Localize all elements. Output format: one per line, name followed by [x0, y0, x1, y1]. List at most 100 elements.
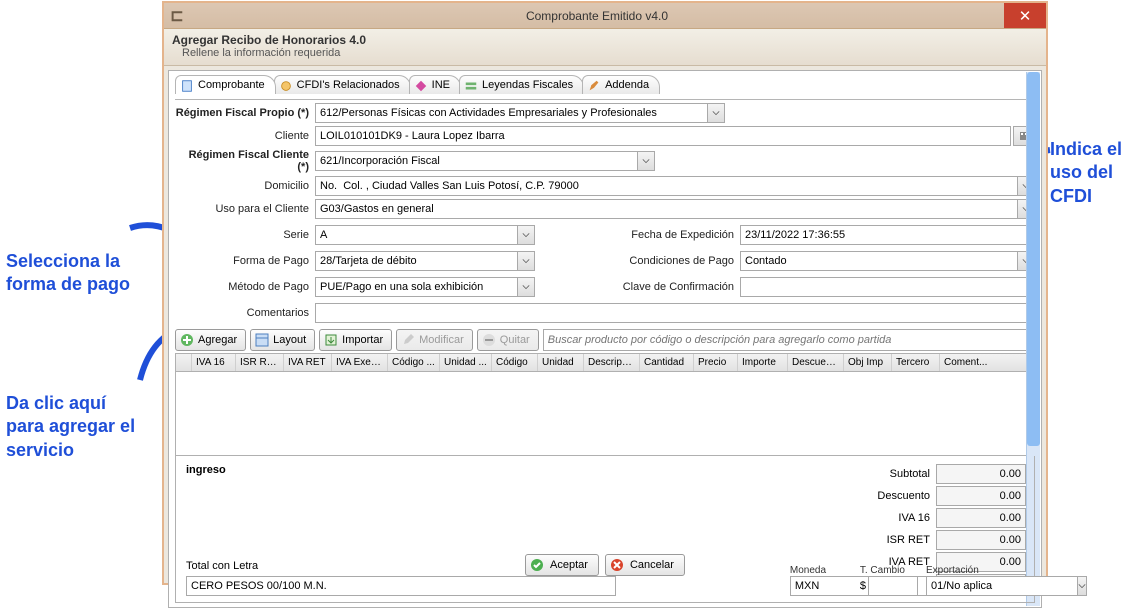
serie-select[interactable] [315, 225, 517, 245]
tab-comprobante[interactable]: Comprobante [175, 75, 276, 94]
edit-icon [401, 333, 415, 347]
agregar-button[interactable]: Agregar [175, 329, 246, 351]
cond-pago-select[interactable] [740, 251, 1017, 271]
chevron-down-icon[interactable] [517, 251, 535, 271]
chevron-down-icon[interactable] [637, 151, 655, 171]
cliente-input[interactable] [315, 126, 1011, 146]
button-label: Modificar [419, 334, 464, 346]
diamond-icon [414, 79, 428, 93]
chevron-down-icon[interactable] [517, 225, 535, 245]
button-label: Importar [342, 334, 383, 346]
chevron-down-icon[interactable] [517, 277, 535, 297]
search-field[interactable] [543, 329, 1035, 351]
metodo-pago-select[interactable] [315, 277, 517, 297]
close-button[interactable]: ✕ [1004, 3, 1046, 28]
search-input[interactable] [543, 329, 1035, 351]
window-title: Comprobante Emitido v4.0 [190, 9, 1004, 23]
subtotal-value [936, 464, 1026, 484]
import-icon [324, 333, 338, 347]
regimen-propio-select[interactable] [315, 103, 707, 123]
label-subtotal: Subtotal [850, 468, 930, 480]
col-isrret[interactable]: ISR RET [236, 354, 284, 371]
label-serie: Serie [175, 229, 315, 241]
label-isrret: ISR RET [850, 534, 930, 546]
subheader: Agregar Recibo de Honorarios 4.0 Rellene… [164, 29, 1046, 66]
chevron-down-icon[interactable] [1077, 576, 1087, 596]
quitar-button: Quitar [477, 329, 539, 351]
link-icon [279, 79, 293, 93]
col-descuen[interactable]: Descuen... [788, 354, 844, 371]
totals-panel: ingreso Subtotal Descuento IVA 16 ISR RE… [175, 456, 1035, 603]
button-label: Aceptar [550, 559, 588, 571]
col-precio[interactable]: Precio [694, 354, 738, 371]
descuento-value [936, 486, 1026, 506]
col-unidad2[interactable]: Unidad [538, 354, 584, 371]
tcambio-input[interactable] [868, 576, 918, 596]
tab-label: INE [432, 79, 450, 91]
pencil-icon [587, 79, 601, 93]
label-forma-pago: Forma de Pago [175, 255, 315, 267]
col-objimp[interactable]: Obj Imp [844, 354, 892, 371]
domicilio-select[interactable] [315, 176, 1017, 196]
cancelar-button[interactable]: Cancelar [605, 554, 685, 576]
titlebar[interactable]: ⊏ Comprobante Emitido v4.0 ✕ [164, 3, 1046, 29]
fecha-input[interactable] [740, 225, 1035, 245]
button-label: Quitar [500, 334, 530, 346]
tab-leyendas[interactable]: Leyendas Fiscales [459, 75, 584, 94]
col-codigo1[interactable]: Código ... [388, 354, 440, 371]
tabs: Comprobante CFDI's Relacionados INE Leye… [175, 75, 1035, 94]
col-descrip[interactable]: Descripc... [584, 354, 640, 371]
col-ivaexen[interactable]: IVA Exen... [332, 354, 388, 371]
label-fecha: Fecha de Expedición [610, 229, 740, 241]
app-icon: ⊏ [168, 6, 186, 26]
tab-label: Comprobante [198, 79, 265, 91]
modificar-button: Modificar [396, 329, 473, 351]
grid-corner [176, 354, 192, 371]
label-descuento: Descuento [850, 490, 930, 502]
layout-icon [255, 333, 269, 347]
tab-ine[interactable]: INE [409, 75, 461, 94]
grid-header: IVA 16 ISR RET IVA RET IVA Exen... Códig… [175, 353, 1035, 372]
button-label: Cancelar [630, 559, 674, 571]
label-metodo-pago: Método de Pago [175, 281, 315, 293]
annotation-agregar: Da clic aquí para agregar el servicio [6, 392, 146, 462]
grid-toolbar: Agregar Layout Importar Modificar Quitar [175, 329, 1035, 351]
forma-pago-select[interactable] [315, 251, 517, 271]
close-icon: ✕ [1019, 7, 1032, 25]
document-icon [180, 79, 194, 93]
col-tercero[interactable]: Tercero [892, 354, 940, 371]
col-cantidad[interactable]: Cantidad [640, 354, 694, 371]
col-importe[interactable]: Importe [738, 354, 788, 371]
dialog-footer: Aceptar Cancelar [168, 551, 1042, 579]
tab-cfdi-relacionados[interactable]: CFDI's Relacionados [274, 75, 411, 94]
page-subtitle: Rellene la información requerida [182, 47, 1038, 59]
importar-button[interactable]: Importar [319, 329, 392, 351]
col-codigo2[interactable]: Código [492, 354, 538, 371]
col-coment[interactable]: Coment... [940, 354, 1034, 371]
tab-addenda[interactable]: Addenda [582, 75, 660, 94]
grid-body[interactable] [175, 372, 1035, 456]
iva16-value [936, 508, 1026, 528]
comentarios-input[interactable] [315, 303, 1035, 323]
total-letra-input [186, 576, 616, 596]
uso-cliente-select[interactable] [315, 199, 1017, 219]
col-ivaret[interactable]: IVA RET [284, 354, 332, 371]
label-cond-pago: Condiciones de Pago [610, 255, 740, 267]
regimen-cliente-select[interactable] [315, 151, 637, 171]
tab-label: Leyendas Fiscales [482, 79, 573, 91]
chevron-down-icon[interactable] [707, 103, 725, 123]
label-regimen-propio: Régimen Fiscal Propio (*) [175, 107, 315, 119]
label-regimen-cliente: Régimen Fiscal Cliente (*) [175, 149, 315, 173]
client-area: Comprobante CFDI's Relacionados INE Leye… [168, 70, 1042, 608]
plus-icon [180, 333, 194, 347]
tcambio-prefix: $ [860, 580, 866, 592]
col-unidad1[interactable]: Unidad ... [440, 354, 492, 371]
aceptar-button[interactable]: Aceptar [525, 554, 599, 576]
exportacion-select[interactable] [926, 576, 1077, 596]
cancel-icon [610, 558, 624, 572]
annotation-uso-cfdi: Indica el uso del CFDI [1050, 138, 1140, 208]
tab-label: Addenda [605, 79, 649, 91]
col-iva16[interactable]: IVA 16 [192, 354, 236, 371]
clave-conf-input[interactable] [740, 277, 1035, 297]
layout-button[interactable]: Layout [250, 329, 315, 351]
